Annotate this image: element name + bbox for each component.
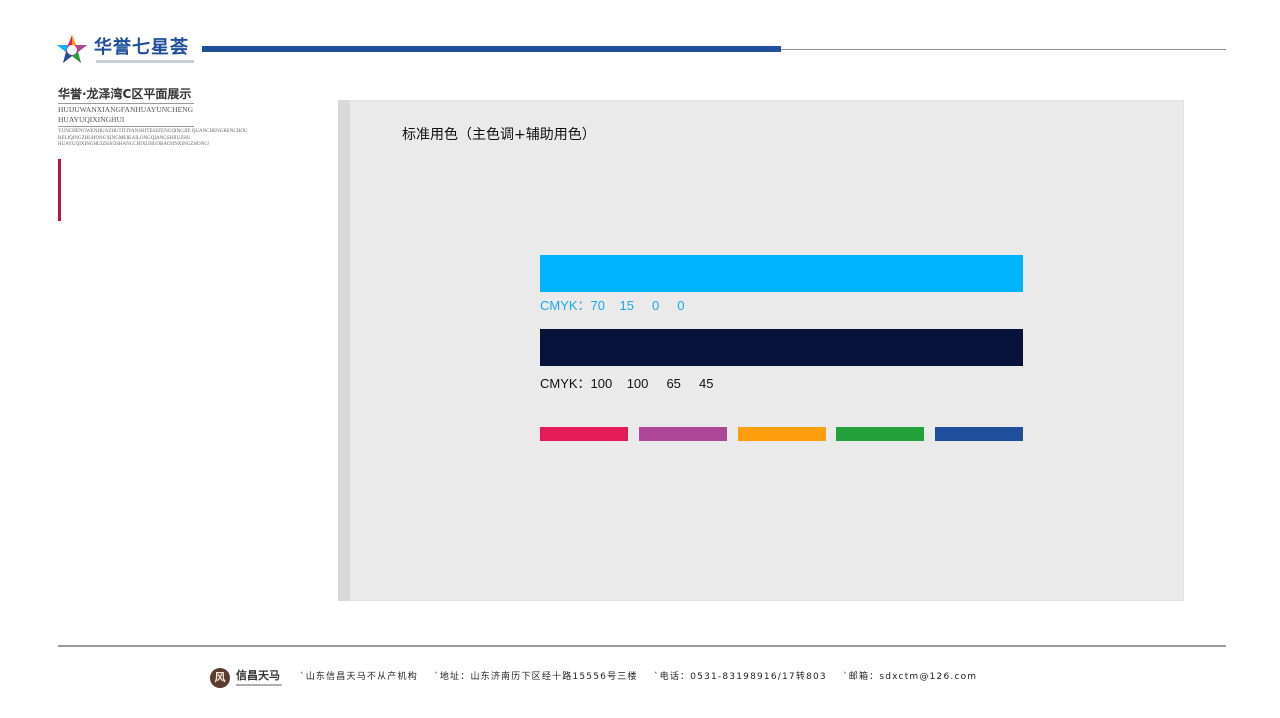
company-logo-icon: 风 — [210, 668, 230, 688]
panel-title: 标准用色（主色调+辅助用色） — [402, 127, 596, 143]
accent-bar — [58, 159, 61, 221]
footer-rule — [58, 645, 1226, 647]
aux-color-swatch — [935, 427, 1023, 441]
brand-tagline-line — [96, 60, 194, 63]
brand-star-icon — [57, 35, 87, 63]
header-rule-thin — [781, 49, 1226, 50]
project-pinyin: HUIJUWANXIANGFANHUAYUNCHENG HUAYUQIXINGH… — [58, 105, 193, 125]
slogan-line: YUNCHENGWENHUAZHUTITIYANSHITESEFENGQINGJ… — [58, 129, 248, 134]
pinyin-divider — [58, 126, 194, 127]
secondary-color-swatch — [540, 329, 1023, 366]
aux-color-swatch — [738, 427, 826, 441]
primary-color-swatch — [540, 255, 1023, 292]
brand-name: 华誉七星荟 — [94, 37, 189, 58]
secondary-color-cmyk: CMYK：100 100 65 45 — [540, 376, 714, 391]
project-title: 华誉·龙泽湾C区平面展示 — [58, 87, 192, 101]
primary-color-cmyk: CMYK：70 15 0 0 — [540, 298, 685, 313]
pinyin-line: HUAYUQIXINGHUI — [58, 115, 125, 124]
title-divider — [58, 103, 194, 104]
aux-color-swatch — [639, 427, 727, 441]
slogan-line: HUAYUQIXINGHUIZHAOSHANGCHIXUHUOBAOJINXIN… — [58, 142, 210, 147]
footer-contact-info: `山东信昌天马不从产机构 `地址：山东济南历下区经十路15556号三楼 `电话：… — [300, 672, 978, 682]
pinyin-line: HUIJUWANXIANGFANHUAYUNCHENG — [58, 105, 193, 114]
panel-edge — [338, 100, 350, 601]
company-name: 信昌天马 — [236, 669, 280, 682]
header-rule-thick — [202, 46, 781, 52]
aux-color-swatch — [540, 427, 628, 441]
project-slogan-pinyin: YUNCHENGWENHUAZHUTITIYANSHITESEFENGQINGJ… — [58, 129, 248, 149]
aux-color-swatch — [836, 427, 924, 441]
company-subline — [236, 684, 282, 686]
